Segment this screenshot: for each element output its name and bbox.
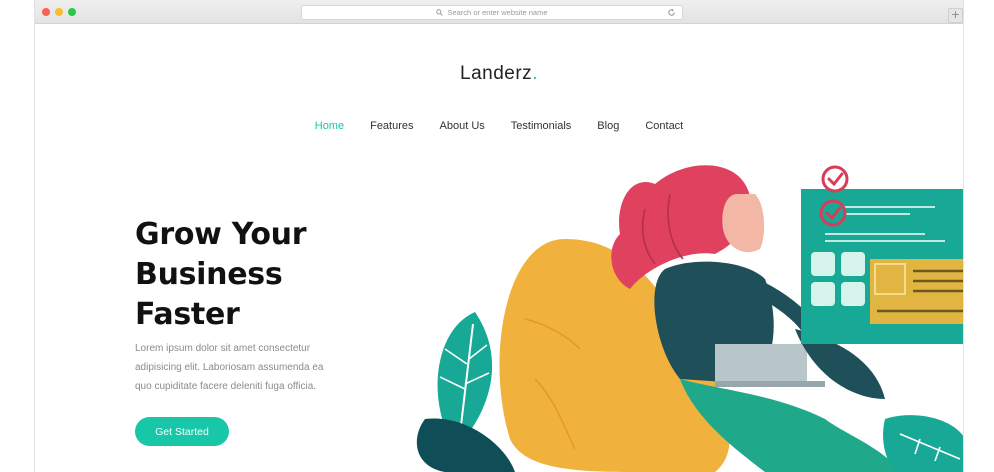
- browser-titlebar: Search or enter website name: [35, 0, 963, 24]
- new-tab-button[interactable]: +: [948, 8, 963, 23]
- hero-title-line: Faster: [135, 297, 240, 332]
- screenshot-stage: Search or enter website name Landerz. Ho…: [0, 0, 994, 472]
- main-navigation: Home Features About Us Testimonials Blog…: [35, 120, 963, 132]
- nav-item-testimonials[interactable]: Testimonials: [498, 120, 585, 132]
- address-bar[interactable]: Search or enter website name: [301, 5, 683, 20]
- site-logo[interactable]: Landerz.: [35, 63, 963, 85]
- logo-text: Landerz: [460, 63, 533, 84]
- hero-title-line: Grow Your: [135, 217, 307, 252]
- checkmark-icon: [821, 165, 849, 193]
- landing-page: Landerz. Home Features About Us Testimon…: [35, 25, 963, 472]
- get-started-button[interactable]: Get Started: [135, 417, 229, 446]
- hero-description-line: Lorem ipsum dolor sit amet consectetur: [135, 343, 311, 354]
- nav-item-blog[interactable]: Blog: [584, 120, 632, 132]
- hero-description-line: adipisicing elit. Laboriosam assumenda e…: [135, 362, 324, 373]
- zoom-window-button[interactable]: [68, 8, 76, 16]
- nav-item-about-us[interactable]: About Us: [427, 120, 498, 132]
- search-icon: [436, 9, 444, 16]
- browser-window: Search or enter website name Landerz. Ho…: [34, 0, 964, 472]
- leaf-left-icon: [416, 312, 515, 472]
- hero-illustration: [416, 165, 963, 472]
- hero-description: Lorem ipsum dolor sit amet consectetur a…: [135, 339, 355, 396]
- address-placeholder: Search or enter website name: [447, 8, 548, 17]
- nav-item-contact[interactable]: Contact: [632, 120, 696, 132]
- minimize-window-button[interactable]: [55, 8, 63, 16]
- hero-title-line: Business: [135, 257, 283, 292]
- nav-item-features[interactable]: Features: [357, 120, 426, 132]
- close-window-button[interactable]: [42, 8, 50, 16]
- hero-description-line: quo cupiditate facere deleniti fuga offi…: [135, 381, 317, 392]
- reload-icon[interactable]: [667, 8, 676, 17]
- nav-item-home[interactable]: Home: [302, 120, 357, 132]
- hero-title: Grow Your Business Faster: [135, 215, 395, 335]
- checkmark-icon: [819, 199, 847, 227]
- logo-dot: .: [532, 63, 538, 84]
